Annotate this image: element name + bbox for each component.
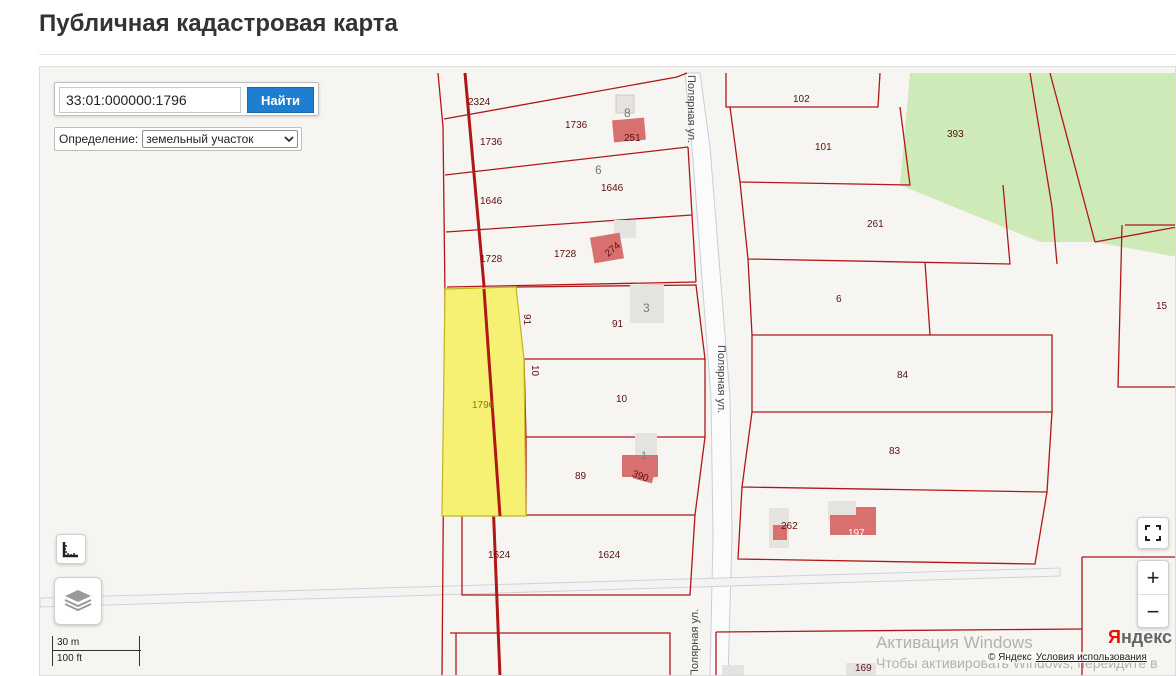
ruler-icon [62, 542, 78, 558]
parcel-label-1796: 1796 [472, 400, 495, 411]
map-canvas[interactable]: 2324 1736 1736 251 8 1646 1646 6 1728 17… [40, 67, 1176, 676]
parcel-label-91-side: 91 [521, 314, 532, 326]
fullscreen-icon [1145, 525, 1161, 541]
parcel-label-89: 89 [575, 471, 587, 482]
definition-select[interactable]: земельный участок [142, 130, 299, 148]
zoom-control: + − [1137, 560, 1169, 628]
definition-label: Определение: [59, 132, 139, 146]
terms-link[interactable]: Условия использования [1036, 652, 1147, 663]
zoom-out-button[interactable]: − [1138, 595, 1168, 628]
layers-icon [64, 590, 92, 612]
parcel-label-15: 15 [1156, 301, 1168, 312]
definition-panel: Определение: земельный участок [54, 127, 302, 151]
layers-button[interactable] [54, 577, 102, 625]
parcel-label-83: 83 [889, 446, 901, 457]
parcel-label-1624-b: 1624 [598, 550, 621, 561]
parcel-label-169: 169 [855, 663, 872, 674]
parcel-label-84: 84 [897, 370, 909, 381]
parcel-label-91: 91 [612, 319, 624, 330]
street-label-1: Полярная ул. [685, 75, 697, 143]
parcel-label-262: 262 [781, 521, 798, 532]
ruler-button[interactable] [56, 534, 86, 564]
cadastral-map[interactable]: 2324 1736 1736 251 8 1646 1646 6 1728 17… [39, 66, 1176, 676]
forest-area [900, 73, 1175, 257]
scale-imperial: 100 ft [57, 653, 83, 664]
parcel-label-10: 10 [616, 394, 628, 405]
search-panel: Найти [54, 82, 319, 116]
definition-selected-value: земельный участок [146, 132, 254, 146]
parcel-label-102: 102 [793, 94, 810, 105]
parcel-label-1646-a: 1646 [480, 196, 503, 207]
parcel-label-10-side: 10 [529, 365, 540, 377]
parcel-label-197: 197 [848, 528, 865, 539]
road-horizontal [40, 567, 1061, 608]
scale-metric: 30 m [57, 637, 80, 648]
parcel-label-1646-b: 1646 [601, 183, 624, 194]
parcel-label-6-right: 6 [836, 294, 842, 305]
street-label-2: Полярная ул. [715, 345, 727, 413]
parcel-label-1736-a: 1736 [480, 137, 503, 148]
yandex-logo[interactable]: Яндекс [1108, 627, 1172, 648]
house-number-1: 1 [641, 450, 647, 462]
fullscreen-button[interactable] [1137, 517, 1169, 549]
parcel-label-2324: 2324 [468, 97, 491, 108]
parcel-label-393: 393 [947, 129, 964, 140]
parcel-label-251: 251 [624, 133, 641, 144]
scale-bar: 30 m 100 ft [52, 636, 141, 666]
map-copyright: © Яндекс Условия использования [986, 652, 1149, 663]
house-number-6: 6 [595, 163, 602, 177]
parcel-label-1728-b: 1728 [554, 249, 577, 260]
parcel-label-1736-b: 1736 [565, 120, 588, 131]
windows-activation-title: Активация Windows [876, 633, 1033, 652]
house-number-8: 8 [624, 106, 631, 120]
zoom-in-button[interactable]: + [1138, 561, 1168, 594]
chevron-down-icon [284, 136, 294, 143]
cadastral-number-input[interactable] [59, 87, 241, 113]
parcel-label-261: 261 [867, 219, 884, 230]
parcel-label-1624-a: 1624 [488, 550, 511, 561]
parcel-label-101: 101 [815, 142, 832, 153]
title-divider [39, 54, 1176, 55]
parcel-label-1728-a: 1728 [480, 254, 503, 265]
find-button[interactable]: Найти [247, 87, 314, 113]
page-title: Публичная кадастровая карта [39, 10, 398, 37]
street-label-3: Полярная ул. [689, 609, 701, 676]
copyright-text: © Яндекс [988, 652, 1032, 663]
house-number-3: 3 [643, 301, 650, 315]
